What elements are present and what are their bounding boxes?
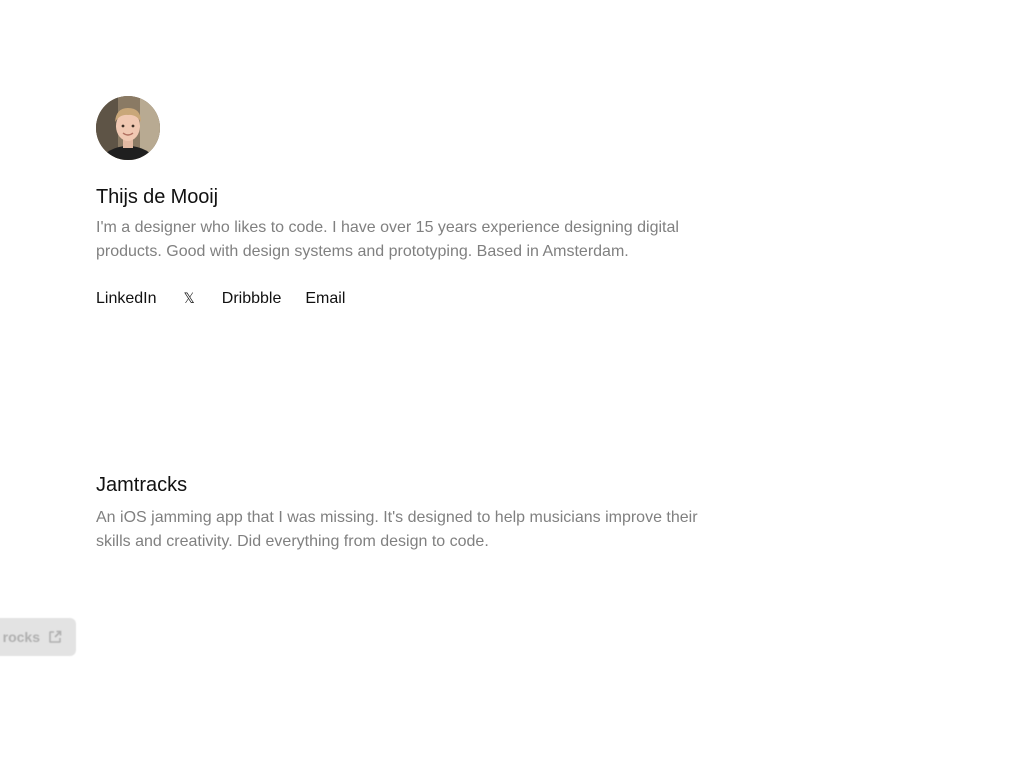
avatar	[96, 96, 160, 160]
project-description: An iOS jamming app that I was missing. I…	[96, 509, 698, 550]
external-link-icon	[48, 630, 62, 644]
linkedin-link[interactable]: LinkedIn	[96, 290, 157, 308]
profile-bio: I'm a designer who likes to code. I have…	[96, 219, 679, 260]
project-link-label: rocks	[2, 629, 40, 645]
project-link-button[interactable]: rocks	[0, 618, 76, 656]
portfolio-page: Thijs de Mooij I'm a designer who likes …	[0, 0, 1024, 768]
x-link[interactable]: 𝕏	[184, 291, 195, 307]
project-title: Jamtracks	[96, 474, 188, 496]
email-link[interactable]: Email	[305, 290, 345, 308]
x-logo-icon: 𝕏	[183, 291, 195, 307]
social-links: LinkedIn 𝕏 Dribbble Email	[96, 290, 345, 308]
dribbble-link[interactable]: Dribbble	[222, 290, 282, 308]
avatar-photo-icon	[96, 96, 160, 160]
profile-name: Thijs de Mooij	[96, 186, 218, 208]
